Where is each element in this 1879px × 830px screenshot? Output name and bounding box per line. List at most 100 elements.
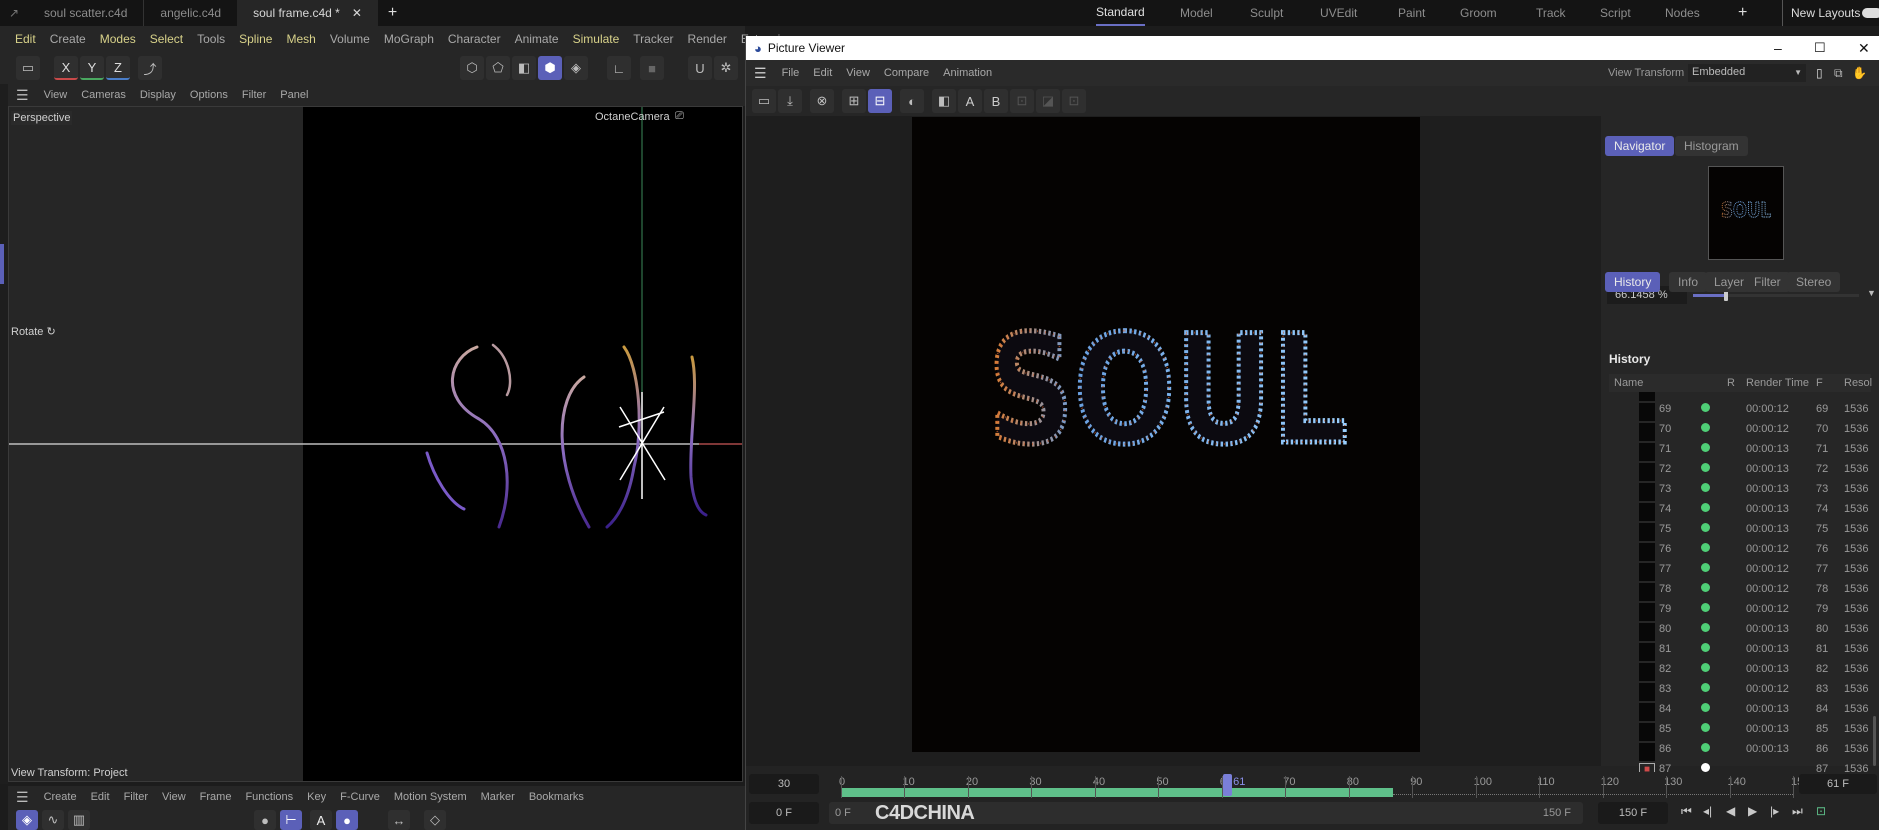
layer-icon[interactable]: ◪ bbox=[1036, 89, 1060, 113]
save-icon[interactable]: ⤓ bbox=[778, 89, 802, 113]
solo-icon[interactable]: ■ bbox=[640, 56, 664, 80]
history-row[interactable]: 69 00:00:12 69 1536 bbox=[1609, 400, 1871, 421]
edges-mode-icon[interactable]: ⬠ bbox=[486, 56, 510, 80]
history-row[interactable]: 85 00:00:13 85 1536 bbox=[1609, 720, 1871, 741]
col-frame[interactable]: F bbox=[1816, 377, 1823, 389]
timeline-menu-filter[interactable]: Filter bbox=[117, 791, 155, 803]
menu-tools[interactable]: Tools bbox=[190, 32, 232, 46]
layout-tab-track[interactable]: Track bbox=[1536, 0, 1566, 26]
viewport-perspective[interactable]: Perspective OctaneCamera ⎚ Rotate ↻ View… bbox=[8, 106, 743, 782]
viewport-menu-filter[interactable]: Filter bbox=[235, 89, 273, 101]
add-layout-icon[interactable]: + bbox=[1738, 0, 1747, 26]
key-select-icon[interactable]: ◇ bbox=[424, 810, 446, 830]
menu-character[interactable]: Character bbox=[441, 32, 508, 46]
image-canvas[interactable]: SOUL SOUL bbox=[746, 116, 1601, 766]
playhead[interactable] bbox=[1223, 774, 1233, 796]
dopesheet-icon[interactable]: ◈ bbox=[16, 810, 38, 830]
menu-edit[interactable]: Edit bbox=[8, 32, 43, 46]
tab-stereo[interactable]: Stereo bbox=[1787, 272, 1841, 292]
viewport-menu-panel[interactable]: Panel bbox=[273, 89, 315, 101]
col-resolution[interactable]: Resol bbox=[1844, 377, 1872, 389]
menu-create[interactable]: Create bbox=[43, 32, 93, 46]
frame-ruler[interactable]: 010203040506070809010011012013014015061 bbox=[839, 772, 1809, 800]
close-icon[interactable]: ✕ bbox=[1858, 40, 1870, 57]
hand-icon[interactable]: ✋ bbox=[1852, 66, 1867, 80]
pv-menu-animation[interactable]: Animation bbox=[936, 67, 999, 79]
points-mode-icon[interactable]: ⬡ bbox=[460, 56, 484, 80]
fps-field[interactable]: 30 bbox=[749, 774, 819, 794]
layout-tab-groom[interactable]: Groom bbox=[1460, 0, 1497, 26]
timeline-menu-motion-system[interactable]: Motion System bbox=[387, 791, 474, 803]
doc-tab-active[interactable]: soul frame.c4d * ✕ bbox=[237, 0, 378, 26]
layout-tab-sculpt[interactable]: Sculpt bbox=[1250, 0, 1283, 26]
maximize-icon[interactable]: ☐ bbox=[1814, 40, 1826, 56]
viewport-menu-view[interactable]: View bbox=[37, 89, 75, 101]
timeline-menu-create[interactable]: Create bbox=[37, 791, 84, 803]
close-icon[interactable]: ✕ bbox=[352, 6, 362, 20]
menu-modes[interactable]: Modes bbox=[93, 32, 143, 46]
layout-tab-script[interactable]: Script bbox=[1600, 0, 1631, 26]
menu-select[interactable]: Select bbox=[143, 32, 190, 46]
sphere-icon[interactable]: ● bbox=[254, 810, 276, 830]
axis-icon[interactable]: ∟ bbox=[607, 56, 631, 80]
play-forward-icon[interactable]: ▶ bbox=[1748, 804, 1757, 818]
fcurve-icon[interactable]: ∿ bbox=[42, 810, 64, 830]
undo-history-icon[interactable]: ▭ bbox=[16, 56, 40, 80]
history-row[interactable]: 79 00:00:12 79 1536 bbox=[1609, 600, 1871, 621]
history-row[interactable]: 82 00:00:13 82 1536 bbox=[1609, 660, 1871, 681]
col-r[interactable]: R bbox=[1727, 377, 1735, 389]
previous-frame-icon[interactable]: ◂| bbox=[1703, 804, 1712, 818]
x-axis-lock-button[interactable]: X bbox=[54, 56, 78, 80]
move-keys-icon[interactable]: ↔ bbox=[388, 810, 410, 830]
hamburger-icon[interactable]: ☰ bbox=[8, 87, 37, 104]
text-icon[interactable]: A bbox=[310, 810, 332, 830]
pv-menu-file[interactable]: File bbox=[775, 67, 807, 79]
model-mode-icon[interactable]: ⬢ bbox=[538, 56, 562, 80]
camera-icon[interactable]: ⎚ bbox=[675, 110, 684, 123]
go-to-start-icon[interactable]: ⏮ bbox=[1681, 804, 1692, 819]
history-row[interactable]: 80 00:00:13 80 1536 bbox=[1609, 620, 1871, 641]
open-folder-icon[interactable]: ▭ bbox=[752, 89, 776, 113]
viewport-menu-options[interactable]: Options bbox=[183, 89, 235, 101]
history-row[interactable]: 70 00:00:12 70 1536 bbox=[1609, 420, 1871, 441]
pv-menu-view[interactable]: View bbox=[839, 67, 877, 79]
hierarchy-icon[interactable]: ⊢ bbox=[280, 810, 302, 830]
view-transform-select[interactable]: Embedded ▼ bbox=[1688, 64, 1806, 82]
menu-mesh[interactable]: Mesh bbox=[279, 32, 322, 46]
render-region-icon[interactable]: ⊞ bbox=[842, 89, 866, 113]
compare-icon[interactable]: ◧ bbox=[932, 89, 956, 113]
viewport-menu-display[interactable]: Display bbox=[133, 89, 183, 101]
y-axis-lock-button[interactable]: Y bbox=[80, 56, 104, 80]
snap-magnet-icon[interactable]: U bbox=[688, 56, 712, 80]
vertical-scrollbar[interactable] bbox=[1873, 716, 1876, 766]
history-row[interactable]: 75 00:00:13 75 1536 bbox=[1609, 520, 1871, 541]
history-row[interactable]: 68 00:00:13 68 1536 bbox=[1609, 392, 1871, 401]
hamburger-icon[interactable]: ☰ bbox=[8, 789, 37, 806]
timeline-menu-functions[interactable]: Functions bbox=[238, 791, 300, 803]
layout-tab-standard[interactable]: Standard bbox=[1096, 0, 1145, 26]
layout-tab-paint[interactable]: Paint bbox=[1398, 0, 1425, 26]
timeline-menu-bookmarks[interactable]: Bookmarks bbox=[522, 791, 591, 803]
pv-menu-edit[interactable]: Edit bbox=[806, 67, 839, 79]
menu-tracker[interactable]: Tracker bbox=[626, 32, 680, 46]
next-frame-icon[interactable]: |▸ bbox=[1770, 804, 1779, 818]
history-row[interactable]: 84 00:00:13 84 1536 bbox=[1609, 700, 1871, 721]
tab-history[interactable]: History bbox=[1605, 272, 1661, 292]
layout-toggle[interactable] bbox=[1862, 8, 1879, 18]
range-slider[interactable]: 0 F C4DCHINA 150 F bbox=[829, 802, 1583, 824]
go-to-end-icon[interactable]: ⏭ bbox=[1792, 804, 1803, 819]
menu-animate[interactable]: Animate bbox=[508, 32, 566, 46]
set-b-button[interactable]: B bbox=[984, 89, 1008, 113]
snap-settings-icon[interactable]: ✲ bbox=[714, 56, 738, 80]
menu-mograph[interactable]: MoGraph bbox=[377, 32, 441, 46]
history-row[interactable]: 86 00:00:13 86 1536 bbox=[1609, 740, 1871, 761]
viewport-menu-cameras[interactable]: Cameras bbox=[74, 89, 133, 101]
timeline-menu-frame[interactable]: Frame bbox=[193, 791, 239, 803]
history-row[interactable]: 71 00:00:13 71 1536 bbox=[1609, 440, 1871, 461]
history-row[interactable]: 83 00:00:12 83 1536 bbox=[1609, 680, 1871, 701]
col-name[interactable]: Name bbox=[1614, 377, 1643, 389]
swap-icon[interactable]: ⊡ bbox=[1010, 89, 1034, 113]
user-icon[interactable]: ● bbox=[336, 810, 358, 830]
export-icon[interactable]: ⊡ bbox=[1062, 89, 1086, 113]
coordinate-system-icon[interactable]: ⤴ bbox=[138, 56, 162, 80]
